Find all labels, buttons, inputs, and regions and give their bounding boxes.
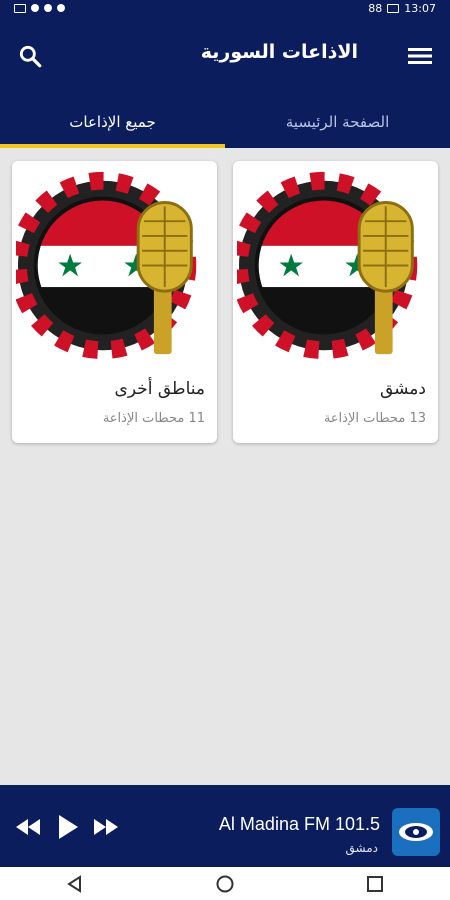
home-icon bbox=[216, 875, 234, 892]
fast-forward-button[interactable] bbox=[88, 811, 124, 843]
rewind-button[interactable] bbox=[10, 811, 46, 843]
play-button[interactable] bbox=[50, 811, 86, 843]
tab-all-stations[interactable]: جميع الإذاعات bbox=[0, 96, 225, 148]
system-nav-bar bbox=[0, 867, 450, 900]
now-playing-station: Al Madina FM 101.5 bbox=[218, 814, 380, 834]
card-other-regions[interactable]: مناطق أخرى 11 محطات الإذاعة bbox=[12, 161, 217, 443]
syria-radio-logo bbox=[237, 171, 418, 360]
notification-icon bbox=[14, 3, 26, 13]
tab-label: جميع الإذاعات bbox=[69, 113, 156, 131]
tab-label: الصفحة الرئيسية bbox=[285, 113, 390, 131]
battery-icon bbox=[387, 3, 400, 13]
rewind-icon bbox=[16, 819, 40, 835]
menu-button[interactable] bbox=[404, 40, 436, 72]
app-bar: الاذاعات السورية bbox=[0, 16, 450, 96]
back-button[interactable] bbox=[55, 870, 95, 898]
notification-icon bbox=[57, 4, 65, 12]
search-icon bbox=[19, 45, 42, 68]
station-logo-icon bbox=[399, 823, 433, 841]
clock: 13:07 bbox=[404, 1, 436, 15]
mini-player[interactable]: Al Madina FM 101.5 دمشق bbox=[0, 785, 450, 867]
home-button[interactable] bbox=[205, 870, 245, 898]
card-title: دمشق bbox=[379, 379, 426, 399]
recents-button[interactable] bbox=[355, 870, 395, 898]
fast-forward-icon bbox=[94, 819, 118, 835]
notification-icon bbox=[44, 4, 52, 12]
card-station-count: 13 محطات الإذاعة bbox=[323, 411, 426, 426]
station-logo bbox=[392, 808, 440, 856]
card-damascus[interactable]: دمشق 13 محطات الإذاعة bbox=[233, 161, 438, 443]
battery-level: 88 bbox=[368, 1, 383, 15]
menu-icon bbox=[408, 48, 432, 64]
back-icon bbox=[67, 874, 81, 893]
card-title: مناطق أخرى bbox=[114, 379, 205, 399]
station-grid: مناطق أخرى 11 محطات الإذاعة دمشق 13 محطا… bbox=[0, 148, 450, 785]
notification-icon bbox=[31, 4, 39, 12]
search-button[interactable] bbox=[14, 40, 46, 72]
page-title: الاذاعات السورية bbox=[200, 41, 358, 63]
recents-icon bbox=[367, 875, 383, 892]
card-station-count: 11 محطات الإذاعة bbox=[102, 411, 205, 426]
tab-bar: جميع الإذاعات الصفحة الرئيسية bbox=[0, 96, 450, 148]
tab-home[interactable]: الصفحة الرئيسية bbox=[225, 96, 450, 148]
status-icons-left bbox=[14, 3, 65, 13]
status-icons-right: 88 13:07 bbox=[368, 2, 436, 15]
status-bar: 88 13:07 bbox=[0, 0, 450, 16]
now-playing-city: دمشق bbox=[345, 841, 378, 855]
play-icon bbox=[59, 815, 78, 839]
syria-radio-logo bbox=[16, 171, 197, 360]
